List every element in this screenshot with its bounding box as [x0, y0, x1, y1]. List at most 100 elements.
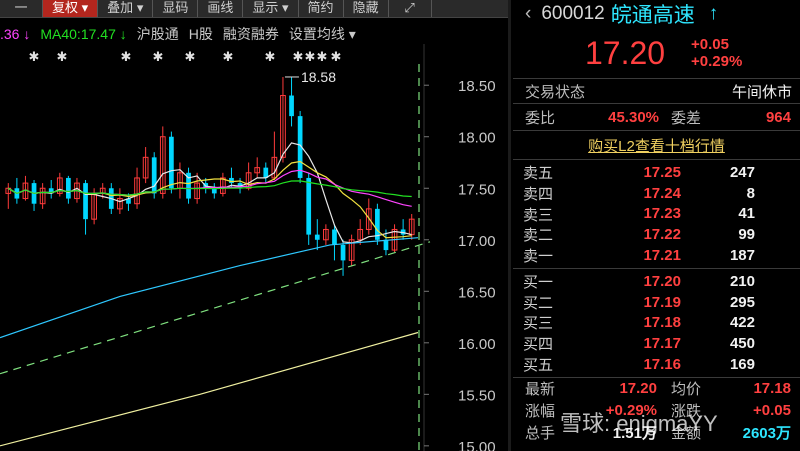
dropdown-icon: ▾ — [282, 0, 289, 15]
event-star-icon: ✱ — [29, 50, 40, 65]
link-margin-trading[interactable]: 融资融券 — [223, 24, 279, 44]
watermark: 雪球: enigmaYY — [560, 411, 718, 436]
ask-level-label: 卖一 — [523, 248, 554, 266]
ask-row[interactable]: 卖四 17.24 8 — [513, 183, 800, 204]
prev-stock-icon[interactable]: ‹ — [525, 3, 531, 25]
candle-body — [66, 177, 71, 199]
trade-status-value: 午间休市 — [731, 83, 792, 101]
event-star-icon: ✱ — [317, 50, 328, 65]
ask-volume: 41 — [738, 205, 755, 223]
candle-body — [332, 229, 337, 245]
candle-body — [306, 177, 312, 235]
ask-volume: 99 — [738, 226, 755, 244]
event-star-icon: ✱ — [293, 50, 304, 65]
latest-value: 17.20 — [619, 380, 657, 398]
bid-level-label: 买一 — [523, 273, 554, 291]
ask-volume: 247 — [729, 163, 755, 181]
ask-book: 卖五 17.25 247 卖四 17.24 8 卖三 17.23 41 卖二 17.22 99 卖一 17… — [513, 160, 800, 268]
dropdown-icon: ▾ — [348, 26, 356, 42]
candle-body — [151, 157, 157, 194]
price-change-pct: +0.29% — [691, 53, 743, 70]
ask-price: 17.25 — [643, 163, 681, 181]
price-block: 17.20 +0.05 +0.29% — [513, 28, 800, 78]
candle-body — [289, 95, 294, 117]
expand-icon[interactable]: ⤢ — [389, 0, 432, 17]
trend-line — [0, 241, 431, 375]
peak-annotation-label: 18.58 — [301, 69, 336, 85]
y-tick-label: 18.00 — [458, 130, 496, 147]
y-tick-label: 16.00 — [458, 336, 496, 353]
avg-value: 17.18 — [753, 380, 791, 398]
toolbar-item-overlay[interactable]: 叠加 ▾ — [98, 0, 154, 17]
buy-l2-link[interactable]: 购买L2查看十档行情 — [588, 135, 725, 156]
bid-price: 17.17 — [643, 335, 681, 353]
chart-toolbar: 一 复权 ▾ 叠加 ▾ 显码 画线 显示 ▾ 简约 隐藏 ⤢ — [0, 0, 508, 18]
bid-row[interactable]: 买一 17.20 210 — [513, 271, 800, 292]
down-arrow-icon: ↓ — [119, 26, 127, 42]
bid-price: 17.19 — [643, 293, 681, 311]
bid-row[interactable]: 买四 17.17 450 — [513, 333, 800, 354]
event-star-icon: ✱ — [153, 50, 164, 65]
toolbar-item-simple[interactable]: 简约 — [299, 0, 344, 17]
y-tick-label: 17.50 — [458, 181, 496, 198]
bid-price: 17.18 — [643, 314, 681, 332]
link-shanghai-hk-connect[interactable]: 沪股通 — [137, 24, 179, 44]
avg-label: 均价 — [671, 381, 702, 399]
bid-level-label: 买二 — [523, 294, 554, 312]
event-star-icon: ✱ — [185, 50, 196, 65]
candle-body — [383, 239, 389, 251]
ma40-value: MA40:17.47 ↓ — [40, 26, 127, 42]
ratio-row: 委比 45.30% 委差 964 — [513, 104, 800, 130]
ask-row[interactable]: 卖五 17.25 247 — [513, 162, 800, 183]
dropdown-icon: ▾ — [136, 0, 144, 15]
wei-cha-value: 964 — [765, 108, 791, 126]
bid-row[interactable]: 买三 17.18 422 — [513, 313, 800, 334]
ask-row[interactable]: 卖三 17.23 41 — [513, 204, 800, 225]
indicator-bar: .36 ↓ MA40:17.47 ↓ 沪股通 H股 融资融券 设置均线 ▾ — [0, 24, 356, 44]
toolbar-item-menu[interactable]: 一 — [0, 0, 43, 17]
ask-level-label: 卖二 — [523, 227, 554, 245]
bid-volume: 295 — [729, 293, 755, 311]
y-tick-label: 15.50 — [458, 387, 496, 404]
bid-price: 17.16 — [643, 356, 681, 374]
ask-price: 17.22 — [643, 226, 681, 244]
bid-volume: 450 — [729, 335, 755, 353]
toolbar-item-draw-line[interactable]: 画线 — [198, 0, 244, 17]
ask-volume: 187 — [729, 247, 755, 265]
chg-value: +0.05 — [753, 402, 791, 420]
ask-row[interactable]: 卖二 17.22 99 — [513, 224, 800, 245]
stock-name: 皖通高速 — [610, 4, 695, 27]
toolbar-item-hide[interactable]: 隐藏 — [344, 0, 389, 17]
toolbar-item-display[interactable]: 显示 ▾ — [243, 0, 299, 17]
bid-volume: 169 — [729, 356, 755, 374]
ask-row[interactable]: 卖一 17.21 187 — [513, 245, 800, 266]
ask-price: 17.23 — [643, 205, 681, 223]
bid-level-label: 买五 — [523, 357, 554, 375]
toolbar-item-show-chips[interactable]: 显码 — [153, 0, 199, 17]
next-stock-icon[interactable]: ↑ — [709, 3, 719, 25]
bid-row[interactable]: 买五 17.16 169 — [513, 354, 800, 375]
event-star-icon: ✱ — [305, 50, 316, 65]
toolbar-item-restore-rights[interactable]: 复权 ▾ — [43, 0, 99, 17]
trade-status-row: 交易状态 午间休市 — [513, 79, 800, 103]
ask-level-label: 卖五 — [523, 164, 554, 182]
latest-label: 最新 — [525, 381, 556, 399]
trade-status-label: 交易状态 — [525, 83, 586, 101]
wei-cha-label: 委差 — [671, 109, 702, 127]
event-star-icon: ✱ — [265, 50, 276, 65]
candle-body — [340, 244, 346, 261]
y-tick-label: 16.50 — [458, 284, 496, 301]
candlestick-chart[interactable]: 18.50 18.00 17.50 17.00 16.50 16.00 15.50 15.00… — [0, 44, 508, 451]
ma250-line — [0, 331, 419, 447]
link-set-ma[interactable]: 设置均线 ▾ — [289, 24, 356, 44]
amount-value: 2603万 — [742, 425, 791, 443]
panel-divider — [508, 0, 511, 451]
event-star-icon: ✱ — [121, 50, 132, 65]
price-change: +0.05 — [691, 36, 729, 53]
bid-volume: 422 — [729, 314, 755, 332]
bid-row[interactable]: 买二 17.19 295 — [513, 292, 800, 313]
ma120-line — [0, 237, 419, 339]
y-tick-label: 18.50 — [458, 78, 496, 95]
link-h-share[interactable]: H股 — [189, 24, 213, 44]
current-price: 17.20 — [585, 34, 666, 71]
